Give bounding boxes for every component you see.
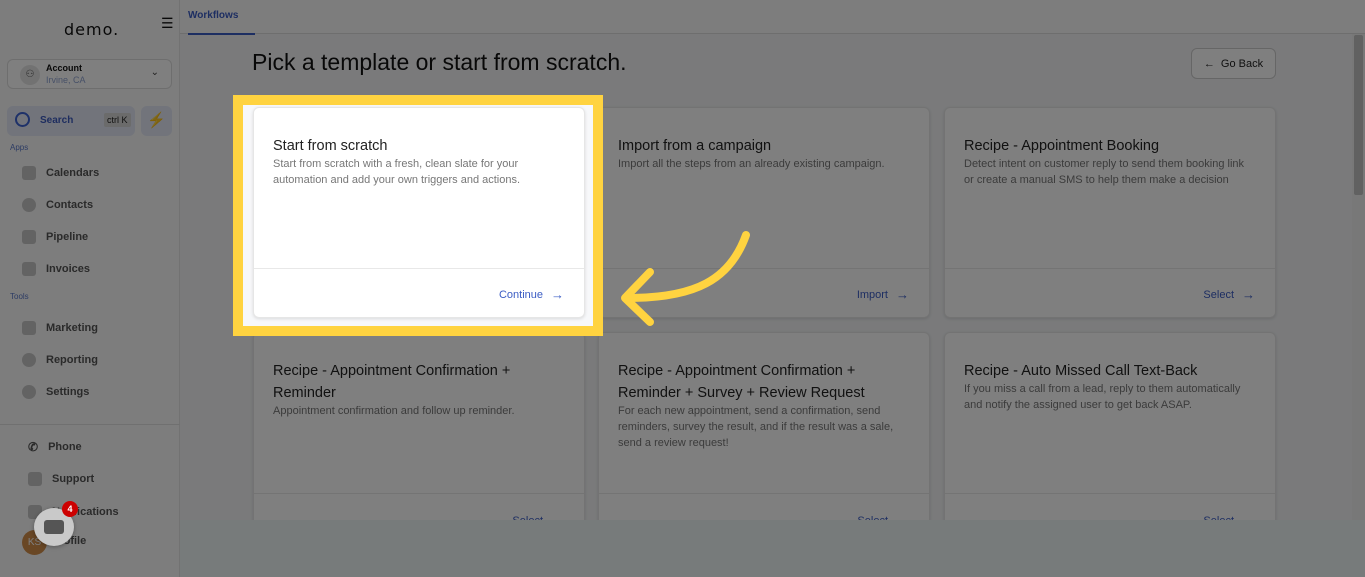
card-title: Start from scratch <box>273 138 388 154</box>
arrow-right-icon: → <box>551 287 564 302</box>
template-card-start-from-scratch[interactable]: Start from scratch Start from scratch wi… <box>253 107 585 318</box>
continue-button[interactable]: Continue → <box>499 287 564 302</box>
pointer-arrow-icon <box>621 231 750 326</box>
chat-badge: 4 <box>62 501 78 517</box>
action-label: Continue <box>498 288 543 301</box>
highlight-frame: Start from scratch Start from scratch wi… <box>233 95 603 336</box>
card-description: Start from scratch with a fresh, clean s… <box>273 158 521 186</box>
